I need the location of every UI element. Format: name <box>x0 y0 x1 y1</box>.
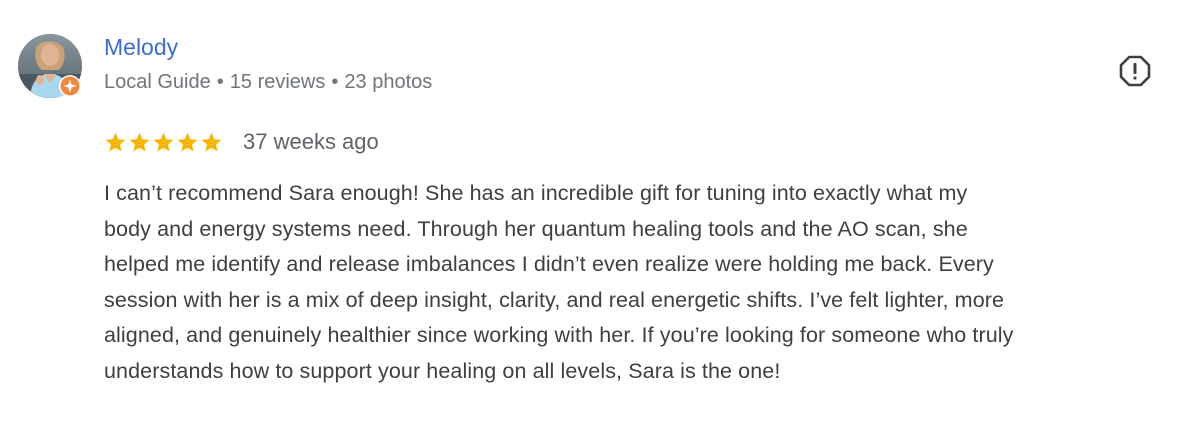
review-text-line: understands how to support your healing … <box>104 358 781 383</box>
review-text-line: I can’t recommend Sara enough! She has a… <box>104 181 968 205</box>
report-review-button[interactable] <box>1114 50 1156 92</box>
review-count: 15 reviews <box>229 71 326 93</box>
author-avatar[interactable] <box>18 34 84 100</box>
photo-count: 23 photos <box>344 71 433 93</box>
local-guide-label: Local Guide <box>104 71 211 93</box>
rating-row: 37 weeks ago <box>104 126 379 158</box>
local-guide-badge <box>58 74 82 98</box>
author-name-link[interactable]: Melody <box>104 34 178 62</box>
meta-separator: • <box>331 71 339 93</box>
local-guide-star-icon <box>59 75 81 97</box>
review-text-line: helped me identify and release imbalance… <box>104 252 994 277</box>
review-card: Melody Local Guide • 15 reviews • 23 photos … <box>0 0 1200 430</box>
report-icon <box>1119 55 1151 87</box>
star-icon <box>105 132 126 151</box>
author-meta: Local Guide • 15 reviews • 23 photos <box>104 70 432 94</box>
star-icon <box>177 132 198 151</box>
star-icon <box>153 132 174 151</box>
review-text-line: body and energy systems need. Through he… <box>104 216 968 241</box>
star-rating <box>104 131 223 154</box>
review-text-line: aligned, and genuinely healthier since w… <box>104 323 1014 348</box>
review-date: 37 weeks ago <box>243 129 379 154</box>
star-icon <box>201 132 222 151</box>
review-body: I can’t recommend Sara enough! She has a… <box>104 176 1184 390</box>
meta-separator: • <box>216 71 224 93</box>
review-text-line: session with her is a mix of deep insigh… <box>104 287 1005 312</box>
star-icon <box>129 132 150 151</box>
